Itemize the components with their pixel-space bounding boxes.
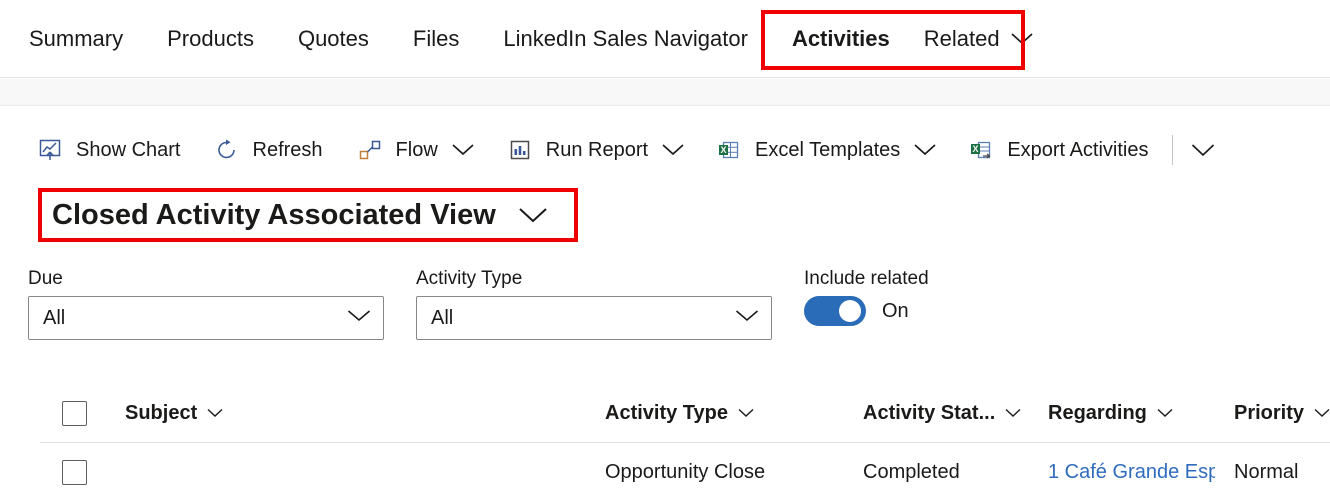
activity-type-filter-dropdown[interactable]: All	[416, 296, 772, 340]
command-bar: Show Chart Refresh Flow Run Report X Exc…	[0, 120, 1330, 180]
column-header-activity-type-label: Activity Type	[605, 401, 728, 424]
toggle-knob	[839, 300, 861, 322]
due-filter: Due All	[28, 268, 384, 340]
flow-label: Flow	[395, 138, 438, 161]
chevron-down-icon	[738, 408, 754, 418]
column-header-regarding[interactable]: Regarding	[1029, 402, 1215, 425]
activity-type-filter-value: All	[431, 306, 454, 329]
include-related-label: Include related	[804, 268, 929, 289]
row-select-checkbox[interactable]	[62, 459, 87, 485]
due-filter-dropdown[interactable]: All	[28, 296, 384, 340]
filter-bar: Due All Activity Type All Include relate…	[0, 268, 1330, 348]
column-header-regarding-label: Regarding	[1048, 401, 1147, 424]
flow-button[interactable]: Flow	[351, 128, 480, 172]
column-header-activity-type[interactable]: Activity Type	[586, 402, 844, 425]
chevron-down-icon	[1011, 26, 1033, 52]
column-header-subject[interactable]: Subject	[106, 402, 586, 425]
chevron-down-icon	[662, 143, 684, 157]
chevron-down-icon	[1191, 143, 1215, 158]
refresh-icon	[214, 137, 240, 163]
run-report-button[interactable]: Run Report	[501, 128, 690, 172]
activity-type-filter-label: Activity Type	[416, 268, 523, 289]
svg-text:X: X	[721, 145, 727, 155]
show-chart-button[interactable]: Show Chart	[31, 128, 187, 172]
select-all-cell	[40, 400, 106, 426]
chevron-down-icon	[735, 309, 759, 328]
chevron-down-icon	[914, 143, 936, 157]
show-chart-label: Show Chart	[76, 138, 181, 161]
view-selector-label: Closed Activity Associated View	[52, 198, 496, 231]
row-select-cell	[40, 459, 106, 485]
record-tab-navigation: Summary Products Quotes Files LinkedIn S…	[0, 0, 1330, 78]
svg-text:X: X	[973, 144, 979, 154]
chevron-down-icon	[1314, 408, 1330, 418]
regarding-link[interactable]: 1 Café Grande Esp	[1048, 461, 1215, 483]
activities-grid: Subject Activity Type Activity Stat... R…	[40, 384, 1330, 501]
section-divider-band	[0, 79, 1330, 106]
command-bar-overflow-button[interactable]	[1185, 128, 1221, 172]
include-related-state: On	[882, 299, 909, 322]
cell-regarding: 1 Café Grande Esp	[1029, 461, 1215, 484]
chevron-down-icon	[1157, 408, 1173, 418]
tab-list: Summary Products Quotes Files LinkedIn S…	[0, 0, 1033, 77]
tab-products[interactable]: Products	[167, 0, 254, 78]
include-related-toggle[interactable]	[804, 296, 866, 326]
excel-templates-button[interactable]: X Excel Templates	[710, 128, 942, 172]
show-chart-icon	[37, 137, 63, 163]
due-filter-value: All	[43, 306, 66, 329]
column-header-subject-label: Subject	[125, 401, 198, 424]
tab-files[interactable]: Files	[413, 0, 459, 78]
cell-activity-status: Completed	[863, 460, 960, 483]
tab-related[interactable]: Related	[924, 26, 1033, 52]
include-related-filter: Include related On	[804, 268, 929, 326]
refresh-label: Refresh	[252, 138, 323, 161]
select-all-checkbox[interactable]	[62, 400, 87, 426]
run-report-icon	[507, 137, 533, 163]
flow-icon	[357, 137, 383, 163]
due-filter-label: Due	[28, 268, 63, 289]
cell-activity-type: Opportunity Close	[605, 460, 766, 483]
column-header-activity-status-label: Activity Stat...	[863, 401, 996, 424]
column-header-activity-status[interactable]: Activity Stat...	[844, 402, 1029, 425]
table-row[interactable]: Opportunity Close Completed 1 Café Grand…	[40, 443, 1330, 501]
chevron-down-icon	[1005, 408, 1021, 418]
chevron-down-icon	[518, 206, 548, 224]
run-report-label: Run Report	[545, 138, 649, 161]
excel-templates-icon: X	[716, 137, 742, 163]
export-activities-label: Export Activities	[1007, 138, 1149, 161]
chevron-down-icon	[347, 309, 371, 328]
command-bar-separator	[1172, 135, 1174, 165]
cell-priority: Normal	[1234, 460, 1299, 483]
grid-header-row: Subject Activity Type Activity Stat... R…	[40, 384, 1330, 443]
tab-activities[interactable]: Activities	[792, 0, 890, 78]
export-activities-icon: X	[968, 137, 994, 163]
refresh-button[interactable]: Refresh	[208, 128, 329, 172]
tab-related-label: Related	[923, 25, 1000, 51]
tab-linkedin-sales-navigator[interactable]: LinkedIn Sales Navigator	[503, 0, 748, 78]
activity-type-filter: Activity Type All	[416, 268, 772, 340]
export-activities-button[interactable]: X Export Activities	[962, 128, 1154, 172]
excel-templates-label: Excel Templates	[755, 138, 901, 161]
include-related-toggle-row: On	[804, 296, 929, 326]
view-selector[interactable]: Closed Activity Associated View	[52, 192, 548, 238]
column-header-priority-label: Priority	[1234, 401, 1305, 424]
tab-summary[interactable]: Summary	[29, 0, 123, 78]
chevron-down-icon	[207, 408, 223, 418]
column-header-priority[interactable]: Priority	[1215, 402, 1330, 425]
chevron-down-icon	[452, 143, 474, 157]
tab-quotes[interactable]: Quotes	[298, 0, 369, 78]
